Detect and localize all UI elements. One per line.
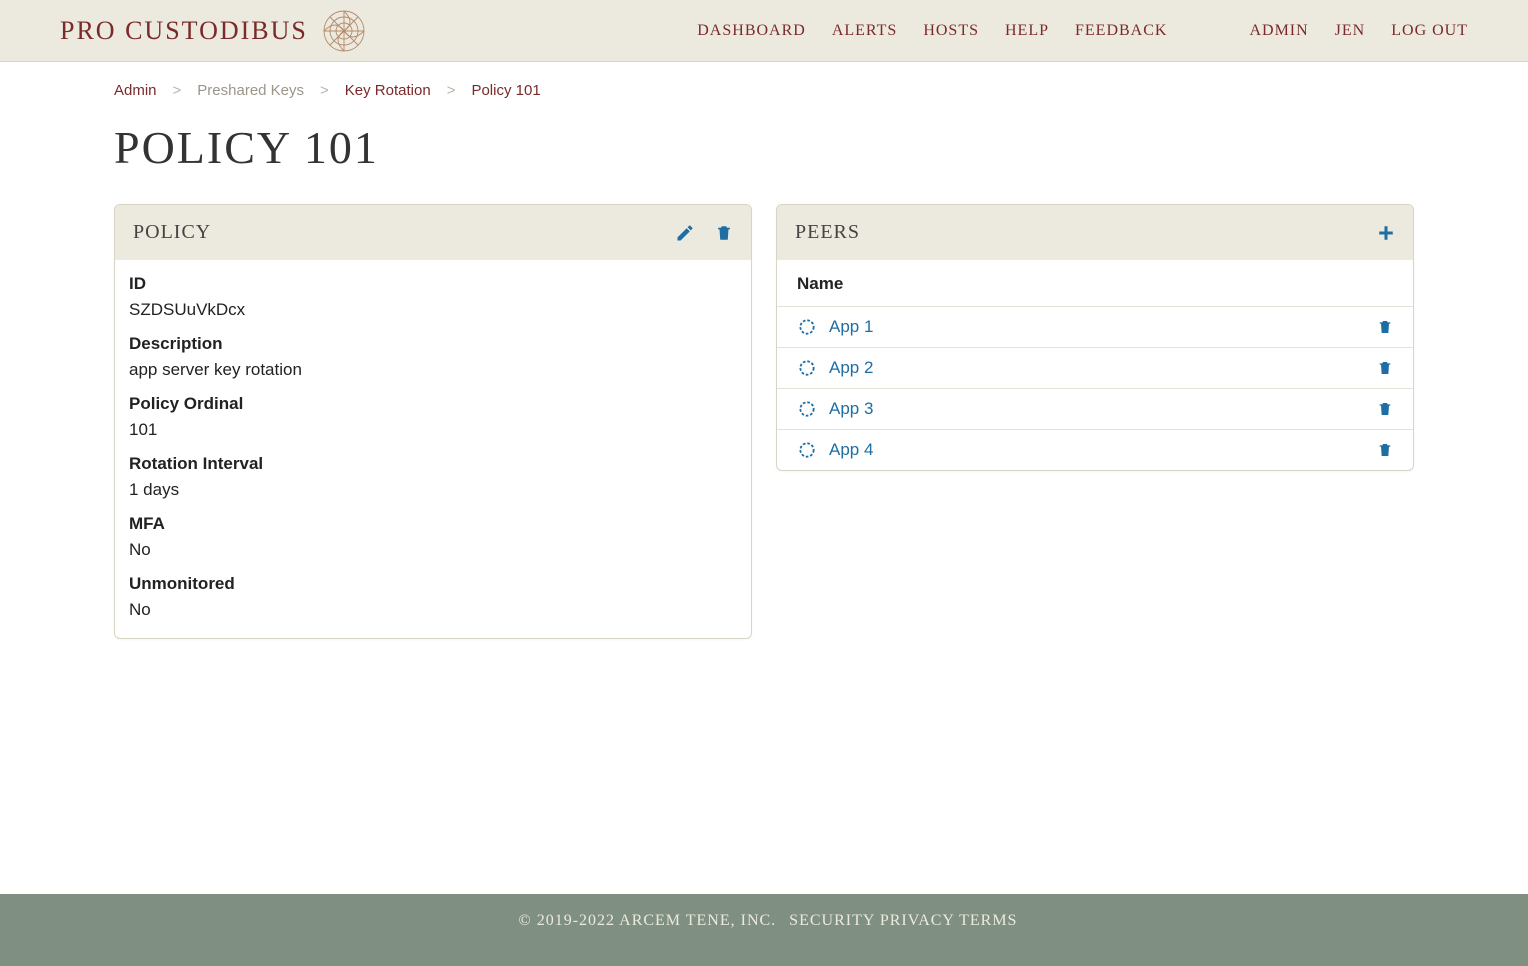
ordinal-value: 101 <box>129 420 737 440</box>
peer-link[interactable]: App 1 <box>829 317 873 337</box>
peer-row: App 4 <box>777 430 1413 470</box>
breadcrumb-separator: > <box>447 82 456 99</box>
page-title: POLICY 101 <box>114 121 1414 174</box>
crumb-preshared-keys: Preshared Keys <box>197 82 304 99</box>
nav-right: DASHBOARD ALERTS HOSTS HELP FEEDBACK ADM… <box>697 22 1468 40</box>
main-container: Admin > Preshared Keys > Key Rotation > … <box>114 62 1414 894</box>
peers-panel-title: PEERS <box>795 221 860 244</box>
interval-value: 1 days <box>129 480 737 500</box>
brand-name: PRO CUSTODIBUS <box>60 16 308 46</box>
peers-table: Name App 1 <box>777 260 1413 470</box>
nav-alerts[interactable]: ALERTS <box>832 22 897 40</box>
peer-row: App 2 <box>777 348 1413 389</box>
peers-panel-header: PEERS <box>777 205 1413 260</box>
footer-privacy[interactable]: PRIVACY <box>880 912 955 929</box>
policy-panel-title: POLICY <box>133 221 211 244</box>
interval-label: Rotation Interval <box>129 454 737 474</box>
peer-link[interactable]: App 2 <box>829 358 873 378</box>
add-icon[interactable] <box>1377 224 1395 242</box>
seal-icon <box>797 399 817 419</box>
nav-main: DASHBOARD ALERTS HOSTS HELP FEEDBACK <box>697 22 1167 40</box>
footer-copyright: © 2019-2022 ARCEM TENE, INC. <box>519 912 777 929</box>
seal-icon <box>797 317 817 337</box>
peer-row: App 1 <box>777 307 1413 348</box>
seal-icon <box>797 440 817 460</box>
delete-icon[interactable] <box>1377 359 1393 377</box>
nav-feedback[interactable]: FEEDBACK <box>1075 22 1167 40</box>
description-label: Description <box>129 334 737 354</box>
peer-row: App 3 <box>777 389 1413 430</box>
breadcrumb: Admin > Preshared Keys > Key Rotation > … <box>114 80 1414 111</box>
crumb-key-rotation[interactable]: Key Rotation <box>345 82 431 99</box>
policy-panel-actions <box>675 223 733 243</box>
breadcrumb-separator: > <box>173 82 182 99</box>
delete-icon[interactable] <box>715 223 733 243</box>
policy-panel: POLICY ID SZDSUuVkDcx Description <box>114 204 752 639</box>
peer-link[interactable]: App 4 <box>829 440 873 460</box>
policy-panel-header: POLICY <box>115 205 751 260</box>
peers-column-name: Name <box>777 260 1413 307</box>
nav-hosts[interactable]: HOSTS <box>923 22 979 40</box>
unmonitored-label: Unmonitored <box>129 574 737 594</box>
id-label: ID <box>129 274 737 294</box>
unmonitored-value: No <box>129 600 737 620</box>
brand-logo-icon <box>322 9 366 53</box>
footer-security[interactable]: SECURITY <box>789 912 875 929</box>
crumb-current: Policy 101 <box>471 82 540 99</box>
nav-user: ADMIN JEN LOG OUT <box>1249 22 1468 40</box>
edit-icon[interactable] <box>675 223 695 243</box>
id-value: SZDSUuVkDcx <box>129 300 737 320</box>
description-value: app server key rotation <box>129 360 737 380</box>
delete-icon[interactable] <box>1377 400 1393 418</box>
nav-logout[interactable]: LOG OUT <box>1391 22 1468 40</box>
nav-help[interactable]: HELP <box>1005 22 1049 40</box>
footer: © 2019-2022 ARCEM TENE, INC. SECURITY PR… <box>0 894 1528 966</box>
footer-terms[interactable]: TERMS <box>959 912 1017 929</box>
peers-panel: PEERS Name App 1 <box>776 204 1414 471</box>
seal-icon <box>797 358 817 378</box>
peer-link[interactable]: App 3 <box>829 399 873 419</box>
ordinal-label: Policy Ordinal <box>129 394 737 414</box>
policy-panel-body: ID SZDSUuVkDcx Description app server ke… <box>115 260 751 638</box>
breadcrumb-separator: > <box>320 82 329 99</box>
delete-icon[interactable] <box>1377 441 1393 459</box>
nav-admin[interactable]: ADMIN <box>1249 22 1308 40</box>
nav-dashboard[interactable]: DASHBOARD <box>697 22 806 40</box>
topbar: PRO CUSTODIBUS DASHBOARD ALERTS HOSTS HE… <box>0 0 1528 62</box>
mfa-label: MFA <box>129 514 737 534</box>
nav-username[interactable]: JEN <box>1335 22 1366 40</box>
brand[interactable]: PRO CUSTODIBUS <box>60 9 366 53</box>
mfa-value: No <box>129 540 737 560</box>
delete-icon[interactable] <box>1377 318 1393 336</box>
crumb-admin[interactable]: Admin <box>114 82 157 99</box>
